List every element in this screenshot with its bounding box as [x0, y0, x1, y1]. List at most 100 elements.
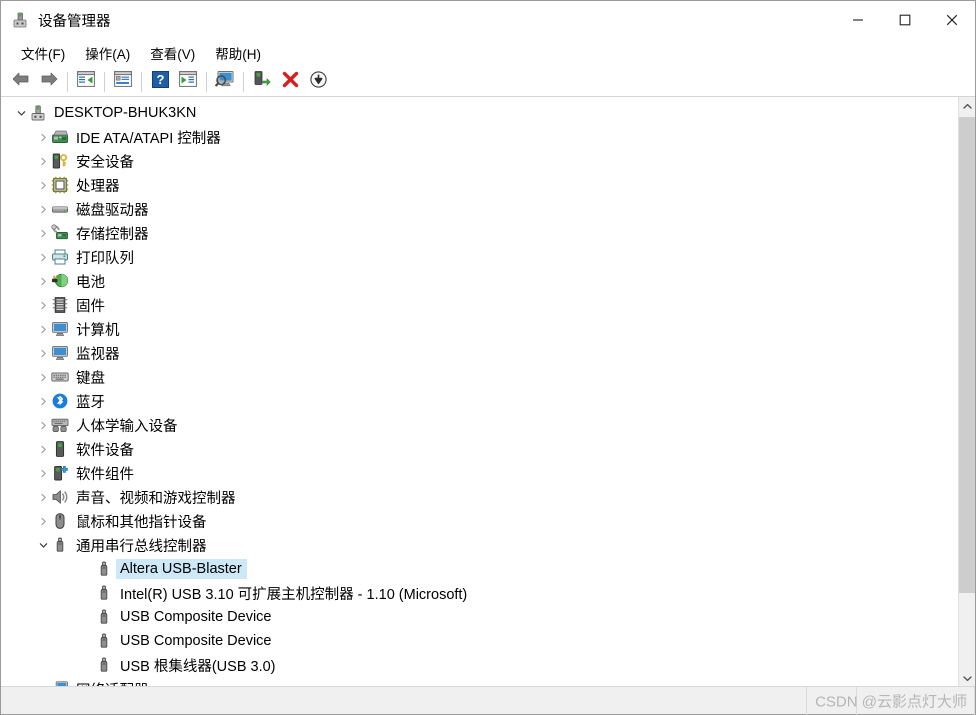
tree-item-label: USB Composite Device — [120, 609, 272, 625]
computer-root-icon — [29, 104, 47, 122]
tree-item[interactable]: 声音、视频和游戏控制器 — [1, 485, 958, 509]
chevron-right-icon[interactable] — [35, 125, 51, 149]
scrollbar-thumb[interactable] — [959, 117, 975, 593]
scroll-down-button[interactable] — [959, 669, 975, 686]
tree-item[interactable]: 磁盘驱动器 — [1, 197, 958, 221]
toolbar-separator-4 — [206, 71, 207, 92]
tree-root-item[interactable]: DESKTOP-BHUK3KN — [1, 101, 958, 125]
battery-icon — [51, 272, 69, 290]
scroll-up-button[interactable] — [959, 97, 975, 114]
tree-item-label: 软件设备 — [76, 442, 134, 459]
chevron-right-icon[interactable] — [35, 485, 51, 509]
tree-item-label: 固件 — [76, 298, 105, 315]
status-cell-b — [807, 686, 857, 715]
chevron-down-icon[interactable] — [13, 101, 29, 125]
menu-help[interactable]: 帮助(H) — [205, 40, 271, 66]
chevron-right-icon[interactable] — [35, 461, 51, 485]
chevron-right-icon[interactable] — [35, 437, 51, 461]
help-button[interactable]: ? — [146, 69, 174, 95]
tree-item[interactable]: 处理器 — [1, 173, 958, 197]
menu-action[interactable]: 操作(A) — [75, 40, 140, 66]
chevron-right-icon[interactable] — [35, 389, 51, 413]
chevron-right-icon[interactable] — [35, 413, 51, 437]
tree-item[interactable]: USB Composite Device — [1, 629, 958, 653]
storage-controller-icon — [51, 224, 69, 242]
no-chevron — [79, 557, 95, 581]
device-manager-window: 设备管理器 文件(F) 操作(A) 查看(V) 帮助(H) ? DESKTOP-… — [0, 0, 976, 715]
scan-hardware-changes-button[interactable] — [211, 69, 239, 95]
chevron-right-icon[interactable] — [35, 509, 51, 533]
chevron-right-icon[interactable] — [35, 341, 51, 365]
chevron-right-icon[interactable] — [35, 269, 51, 293]
tree-item[interactable]: Intel(R) USB 3.10 可扩展主机控制器 - 1.10 (Micro… — [1, 581, 958, 605]
close-button[interactable] — [928, 1, 975, 39]
chevron-right-icon[interactable] — [35, 173, 51, 197]
tree-item[interactable]: 软件组件 — [1, 461, 958, 485]
forward-button[interactable] — [35, 69, 63, 95]
title-bar[interactable]: 设备管理器 — [1, 1, 975, 39]
sound-video-game-icon — [51, 488, 69, 506]
scrollbar-track[interactable] — [959, 114, 975, 669]
chevron-up-icon — [962, 97, 972, 115]
usb-controller-icon — [51, 536, 69, 554]
tree-item[interactable]: 打印队列 — [1, 245, 958, 269]
keyboard-icon — [51, 368, 69, 386]
chevron-right-icon[interactable] — [35, 245, 51, 269]
tree-item[interactable]: 电池 — [1, 269, 958, 293]
tree-item[interactable]: Altera USB-Blaster — [1, 557, 958, 581]
tree-item[interactable]: 固件 — [1, 293, 958, 317]
processor-icon — [51, 176, 69, 194]
tree-item[interactable]: IDE ATA/ATAPI 控制器 — [1, 125, 958, 149]
title-bar-left: 设备管理器 — [1, 10, 111, 31]
tree-item-label: 计算机 — [76, 322, 120, 339]
tree-item-label: 安全设备 — [76, 154, 134, 171]
enable-device-button[interactable] — [248, 69, 276, 95]
tree-item[interactable]: 存储控制器 — [1, 221, 958, 245]
tree-item[interactable]: 通用串行总线控制器 — [1, 533, 958, 557]
tree-item[interactable]: 安全设备 — [1, 149, 958, 173]
chevron-right-icon[interactable] — [35, 317, 51, 341]
chevron-down-icon[interactable] — [35, 533, 51, 557]
tree-item[interactable]: 键盘 — [1, 365, 958, 389]
minimize-button[interactable] — [834, 1, 881, 39]
device-tree[interactable]: DESKTOP-BHUK3KN IDE ATA/ATAPI 控制器安全设备处理器磁… — [1, 97, 958, 686]
back-button[interactable] — [7, 69, 35, 95]
properties-button[interactable] — [109, 69, 137, 95]
tree-item-label: USB Composite Device — [120, 633, 272, 649]
tree-item-label: Intel(R) USB 3.10 可扩展主机控制器 - 1.10 (Micro… — [120, 586, 468, 603]
tree-item[interactable]: 计算机 — [1, 317, 958, 341]
toolbar-separator-5 — [243, 71, 244, 92]
chevron-right-icon[interactable] — [35, 221, 51, 245]
chevron-right-icon[interactable] — [35, 365, 51, 389]
tree-item-label: USB 根集线器(USB 3.0) — [120, 658, 276, 675]
chevron-right-icon[interactable] — [35, 197, 51, 221]
show-hide-console-tree-button[interactable] — [72, 69, 100, 95]
back-arrow-icon — [11, 70, 31, 93]
menu-file[interactable]: 文件(F) — [11, 40, 75, 66]
down-arrow-circle-icon — [309, 70, 327, 93]
disable-device-button[interactable] — [304, 69, 332, 95]
chevron-right-icon[interactable] — [35, 293, 51, 317]
firmware-icon — [51, 296, 69, 314]
update-driver-button[interactable] — [174, 69, 202, 95]
uninstall-device-button[interactable] — [276, 69, 304, 95]
tree-item-label: 磁盘驱动器 — [76, 202, 149, 219]
tree-item[interactable]: 监视器 — [1, 341, 958, 365]
chevron-right-icon[interactable] — [35, 149, 51, 173]
maximize-button[interactable] — [881, 1, 928, 39]
tree-item[interactable]: 软件设备 — [1, 437, 958, 461]
tree-item[interactable]: 人体学输入设备 — [1, 413, 958, 437]
menu-view[interactable]: 查看(V) — [140, 40, 205, 66]
update-driver-icon — [179, 71, 197, 92]
tree-item-label: 蓝牙 — [76, 394, 105, 411]
no-chevron — [79, 653, 95, 677]
tree-item[interactable]: 网络适配器 — [1, 677, 958, 686]
tree-item[interactable]: USB Composite Device — [1, 605, 958, 629]
tree-item[interactable]: 蓝牙 — [1, 389, 958, 413]
usb-device-icon — [95, 632, 113, 650]
tree-item[interactable]: 鼠标和其他指针设备 — [1, 509, 958, 533]
tree-item-label: 键盘 — [76, 370, 105, 387]
chevron-right-icon[interactable] — [35, 677, 51, 686]
tree-item[interactable]: USB 根集线器(USB 3.0) — [1, 653, 958, 677]
vertical-scrollbar[interactable] — [958, 97, 975, 686]
